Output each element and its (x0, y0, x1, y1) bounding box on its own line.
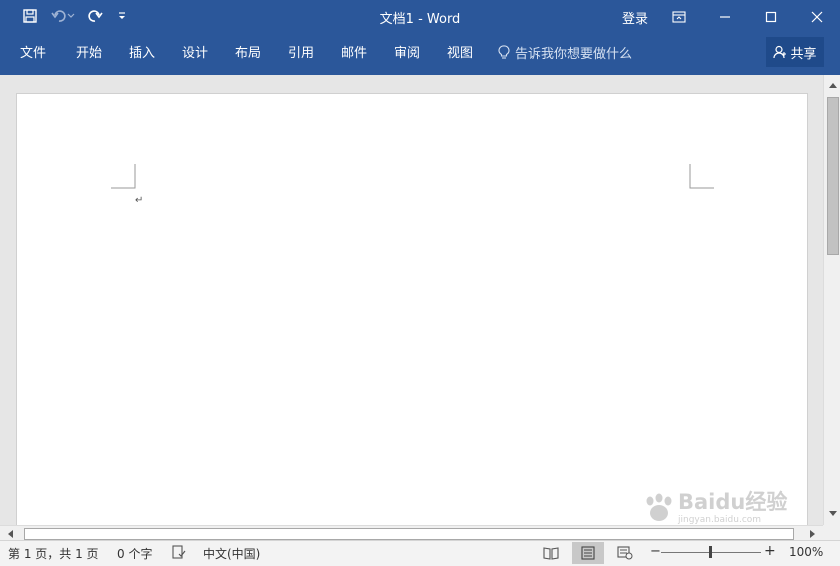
tab-mailings[interactable]: 邮件 (339, 42, 369, 61)
paragraph-mark: ↵ (135, 195, 144, 206)
zoom-level[interactable]: 100% (789, 545, 823, 559)
print-layout-button[interactable] (572, 542, 604, 564)
scrollbar-corner (823, 525, 840, 540)
ribbon-display-options-button[interactable] (656, 0, 702, 33)
ribbon-tab-bar: 文件 开始 插入 设计 布局 引用 邮件 审阅 视图 告诉我你想要做什么 共享 (0, 33, 840, 75)
lightbulb-icon (498, 45, 510, 60)
word-count[interactable]: 0 个字 (117, 545, 152, 562)
title-bar: 文档1 - Word 登录 (0, 0, 840, 33)
tab-layout[interactable]: 布局 (233, 42, 263, 61)
tab-design[interactable]: 设计 (180, 42, 210, 61)
language-indicator[interactable]: 中文(中国) (203, 545, 260, 562)
margin-corner-top-left (111, 164, 136, 189)
vertical-scrollbar[interactable] (823, 75, 840, 525)
tab-review[interactable]: 审阅 (392, 42, 422, 61)
paw-icon (642, 493, 676, 523)
close-button[interactable] (794, 0, 840, 33)
tab-references[interactable]: 引用 (286, 42, 316, 61)
tab-view[interactable]: 视图 (445, 42, 475, 61)
zoom-out-button[interactable]: − (650, 544, 661, 559)
read-mode-button[interactable] (535, 542, 567, 564)
horizontal-scroll-thumb[interactable] (24, 528, 794, 540)
web-layout-button[interactable] (609, 542, 641, 564)
zoom-slider-thumb[interactable] (709, 546, 712, 558)
tell-me-placeholder: 告诉我你想要做什么 (515, 47, 633, 62)
tab-home[interactable]: 开始 (74, 42, 104, 61)
maximize-button[interactable] (748, 0, 794, 33)
watermark-text: Baidu经验 (678, 489, 788, 514)
minimize-button[interactable] (702, 0, 748, 33)
document-area: ↵ (0, 75, 823, 534)
vertical-scroll-thumb[interactable] (827, 97, 839, 255)
scroll-up-icon[interactable] (824, 77, 840, 93)
scroll-right-icon[interactable] (805, 526, 821, 541)
scroll-down-icon[interactable] (824, 506, 840, 522)
document-page[interactable]: ↵ (16, 93, 808, 534)
tab-insert[interactable]: 插入 (127, 42, 157, 61)
baidu-watermark: Baidu经验 jingyan.baidu.com (642, 488, 822, 528)
share-button[interactable]: 共享 (766, 37, 824, 67)
person-icon (773, 45, 787, 59)
page-count[interactable]: 第 1 页，共 1 页 (8, 545, 99, 562)
scroll-left-icon[interactable] (2, 526, 18, 541)
login-link[interactable]: 登录 (622, 8, 648, 27)
tell-me-search[interactable]: 告诉我你想要做什么 (498, 43, 632, 62)
status-bar: 第 1 页，共 1 页 0 个字 中文(中国) − + 100% (0, 540, 840, 566)
tab-file[interactable]: 文件 (18, 42, 48, 61)
watermark-subtext: jingyan.baidu.com (678, 514, 762, 525)
proofing-icon[interactable] (171, 544, 187, 563)
share-label: 共享 (790, 46, 817, 62)
margin-corner-top-right (689, 164, 714, 189)
zoom-in-button[interactable]: + (764, 543, 776, 559)
